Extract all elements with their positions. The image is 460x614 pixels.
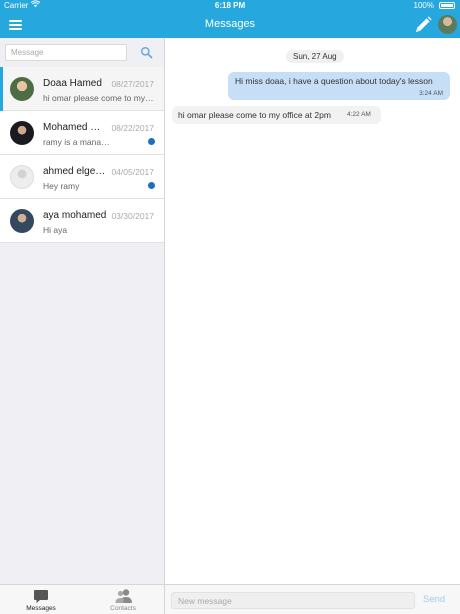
send-button[interactable]: Send: [423, 594, 445, 605]
contact-name: ahmed elgendy: [43, 166, 107, 177]
conversation-date: 08/27/2017: [111, 79, 154, 89]
unread-indicator: [148, 182, 155, 189]
conversation-date: 04/05/2017: [111, 167, 154, 177]
tab-label: Contacts: [110, 605, 136, 612]
clock: 6:18 PM: [214, 1, 246, 10]
page-title: Messages: [204, 18, 256, 30]
avatar: [10, 77, 34, 101]
tab-bar: Messages Contacts: [0, 584, 165, 614]
message-composer: Send: [165, 584, 460, 614]
contact-name: aya mohamed: [43, 210, 107, 221]
conversation-date: 08/22/2017: [111, 123, 154, 133]
outgoing-message-bubble[interactable]: Hi miss doaa, i have a question about to…: [228, 72, 450, 100]
contact-name: Doaa Hamed: [43, 78, 102, 89]
battery-icon: [439, 2, 455, 9]
avatar: [10, 165, 34, 189]
battery-percentage: 100%: [413, 1, 434, 10]
contact-name: Mohamed Reda: [43, 122, 107, 133]
profile-avatar[interactable]: [438, 15, 457, 34]
navigation-bar: Messages: [0, 12, 460, 38]
avatar: [10, 121, 34, 145]
unread-indicator: [148, 138, 155, 145]
tab-messages[interactable]: Messages: [0, 585, 82, 614]
search-input[interactable]: [5, 44, 127, 61]
contacts-icon: [115, 589, 132, 603]
date-separator: Sun, 27 Aug: [286, 50, 344, 63]
status-bar: Carrier 6:18 PM 100%: [0, 0, 460, 12]
avatar: [10, 209, 34, 233]
conversation-item[interactable]: Mohamed Reda 08/22/2017 ramy is a manage…: [0, 111, 164, 155]
new-message-input[interactable]: [171, 592, 415, 609]
incoming-message-bubble[interactable]: hi omar please come to my office at 2pm …: [172, 106, 381, 124]
conversation-item[interactable]: ahmed elgendy 04/05/2017 Hey ramy: [0, 155, 164, 199]
compose-pencil-icon[interactable]: [413, 15, 433, 35]
tab-contacts[interactable]: Contacts: [82, 585, 164, 614]
message-time: 4:22 AM: [347, 111, 371, 118]
message-preview: ramy is a manager: [43, 137, 113, 147]
search-bar: [5, 44, 160, 61]
message-text: Hi miss doaa, i have a question about to…: [235, 76, 433, 86]
conversation-item[interactable]: aya mohamed 03/30/2017 Hi aya: [0, 199, 164, 243]
chat-bubble-icon: [34, 590, 48, 603]
conversation-date: 03/30/2017: [111, 211, 154, 221]
search-icon[interactable]: [140, 46, 153, 59]
message-time: 3:24 AM: [419, 90, 443, 97]
conversation-sidebar: Doaa Hamed 08/27/2017 hi omar please com…: [0, 38, 165, 584]
message-preview: Hey ramy: [43, 181, 80, 191]
conversation-list: Doaa Hamed 08/27/2017 hi omar please com…: [0, 67, 164, 243]
message-text: hi omar please come to my office at 2pm: [178, 110, 331, 120]
conversation-item[interactable]: Doaa Hamed 08/27/2017 hi omar please com…: [0, 67, 164, 111]
chat-panel: Sun, 27 Aug Hi miss doaa, i have a quest…: [165, 38, 460, 584]
message-preview: Hi aya: [43, 225, 68, 235]
tab-label: Messages: [26, 605, 56, 612]
message-preview: hi omar please come to my office at 2pm: [43, 93, 155, 103]
